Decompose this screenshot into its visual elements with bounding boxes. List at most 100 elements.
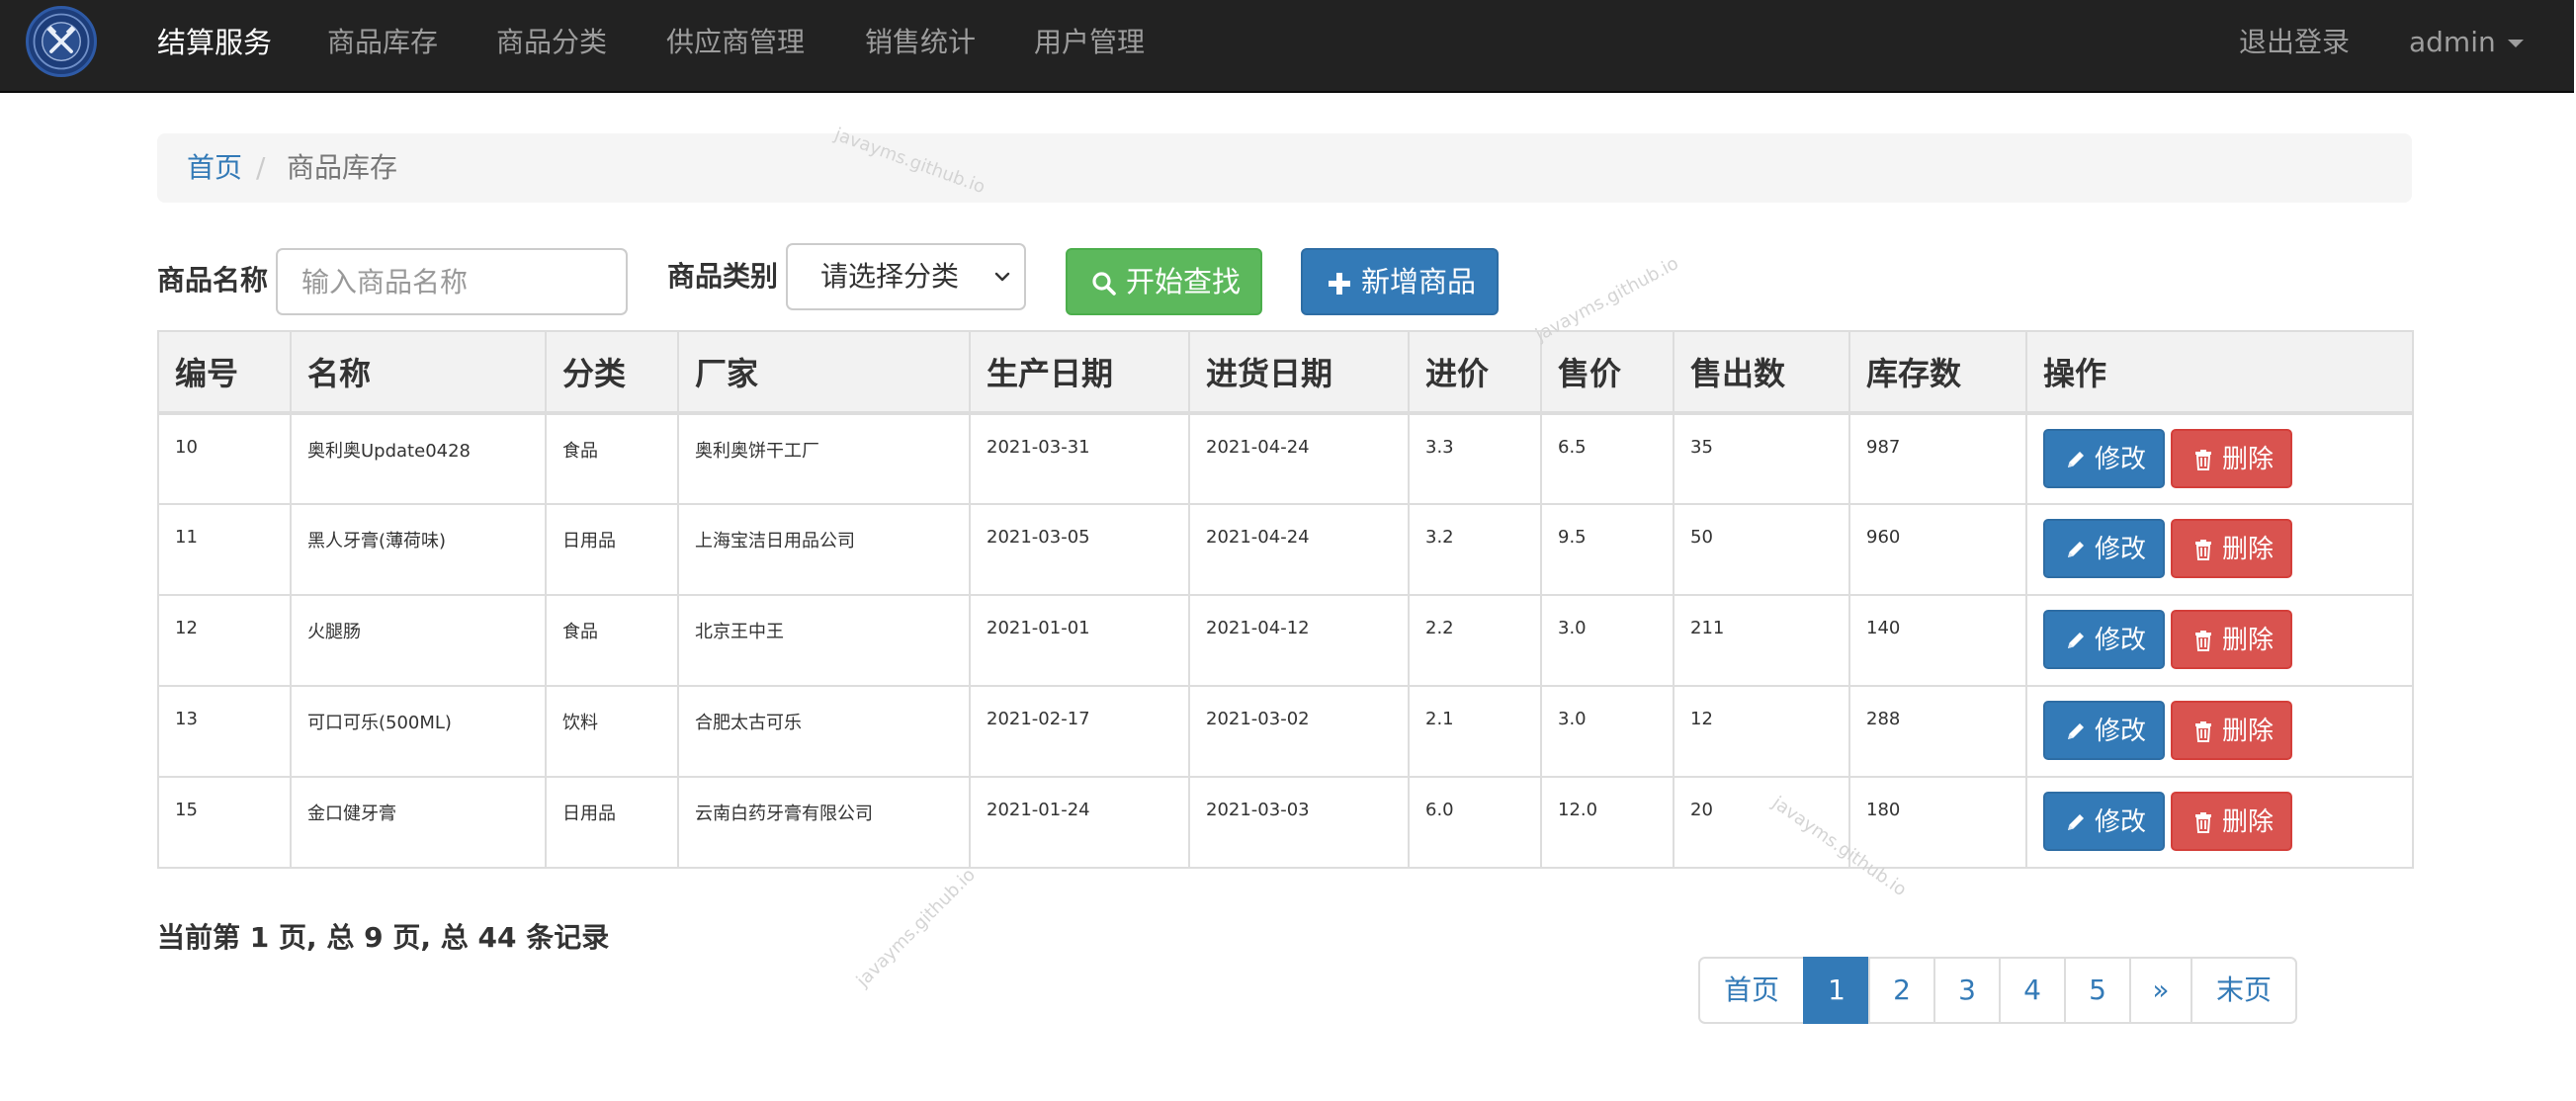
column-header-stock-count: 库存数 [1848,330,2027,415]
breadcrumb-separator: / [256,151,266,184]
cell-stock-count: 140 [1848,594,2027,687]
breadcrumb-home-link[interactable]: 首页 [187,133,242,203]
cell-id: 15 [157,776,292,869]
pagination-last[interactable]: 末页 [2190,957,2297,1024]
search-button[interactable]: 开始查找 [1066,248,1262,315]
table-row: 10 奥利奥Update0428 食品 奥利奥饼干工厂 2021-03-31 2021-0… [157,412,2414,505]
trash-icon [2195,721,2211,742]
edit-button[interactable]: 修改 [2043,519,2165,578]
breadcrumb-current: 商品库存 [287,151,398,184]
delete-button[interactable]: 删除 [2171,610,2292,669]
table-body: 10 奥利奥Update0428 食品 奥利奥饼干工厂 2021-03-31 2021-0… [157,412,2414,869]
cell-purchase-date: 2021-04-24 [1188,503,1410,596]
trash-icon [2195,540,2211,560]
pencil-icon [2068,542,2084,557]
cell-production-date: 2021-02-17 [969,685,1190,778]
edit-button[interactable]: 修改 [2043,429,2165,488]
product-table: 编号 名称 分类 厂家 生产日期 进货日期 进价 售价 售出数 库存数 操作 1… [157,330,2414,869]
logo-emblem-icon[interactable] [26,6,97,77]
user-menu[interactable]: admin [2409,0,2524,85]
cell-actions: 修改 删除 [2025,412,2414,505]
nav-item-category[interactable]: 商品分类 [496,0,607,85]
pagination-page-5[interactable]: 5 [2064,957,2131,1024]
pagination-page-1[interactable]: 1 [1803,957,1870,1024]
pagination-page-3[interactable]: 3 [1933,957,2001,1024]
category-select[interactable]: 请选择分类 [786,243,1026,310]
pagination-page-2[interactable]: 2 [1868,957,1935,1024]
pagination-summary: 当前第 1 页, 总 9 页, 总 44 条记录 [157,921,610,954]
column-header-name: 名称 [290,330,547,415]
column-header-category: 分类 [545,330,679,415]
edit-button-label: 修改 [2095,717,2147,746]
cell-purchase-date: 2021-03-03 [1188,776,1410,869]
category-select-value: 请选择分类 [820,260,960,293]
user-name: admin [2409,26,2496,58]
cell-manufacturer: 上海宝洁日用品公司 [677,503,971,596]
delete-button[interactable]: 删除 [2171,519,2292,578]
cell-sold-count: 20 [1673,776,1850,869]
cell-production-date: 2021-01-01 [969,594,1190,687]
cell-sale-price: 3.0 [1540,685,1674,778]
edit-button[interactable]: 修改 [2043,610,2165,669]
column-header-sale-price: 售价 [1540,330,1674,415]
cell-sold-count: 211 [1673,594,1850,687]
column-header-manufacturer: 厂家 [677,330,971,415]
search-button-label: 开始查找 [1126,265,1242,298]
cell-manufacturer: 合肥太古可乐 [677,685,971,778]
delete-button-label: 删除 [2222,535,2275,564]
cell-sold-count: 50 [1673,503,1850,596]
delete-button[interactable]: 删除 [2171,792,2292,851]
delete-button-label: 删除 [2222,626,2275,655]
edit-button-label: 修改 [2095,535,2147,564]
trash-icon [2195,812,2211,833]
cell-sale-price: 3.0 [1540,594,1674,687]
edit-button-label: 修改 [2095,807,2147,837]
cell-cost-price: 6.0 [1408,776,1542,869]
pagination-page-4[interactable]: 4 [1999,957,2066,1024]
cell-cost-price: 3.2 [1408,503,1542,596]
pagination-next[interactable]: » [2129,957,2192,1024]
cell-purchase-date: 2021-04-24 [1188,412,1410,505]
product-name-input[interactable] [276,248,628,315]
cell-production-date: 2021-03-31 [969,412,1190,505]
edit-button-label: 修改 [2095,445,2147,474]
table-header-row: 编号 名称 分类 厂家 生产日期 进货日期 进价 售价 售出数 库存数 操作 [157,330,2414,415]
cell-name: 奥利奥Update0428 [290,412,547,505]
nav-item-inventory[interactable]: 商品库存 [327,0,438,85]
column-header-sold-count: 售出数 [1673,330,1850,415]
trash-icon [2195,631,2211,651]
nav-brand[interactable]: 结算服务 [157,0,272,85]
column-header-cost-price: 进价 [1408,330,1542,415]
edit-button[interactable]: 修改 [2043,701,2165,760]
nav-item-supplier[interactable]: 供应商管理 [666,0,805,85]
table-row: 12 火腿肠 食品 北京王中王 2021-01-01 2021-04-12 2.2 3.0 21… [157,594,2414,687]
cell-category: 食品 [545,594,679,687]
cell-sale-price: 12.0 [1540,776,1674,869]
delete-button[interactable]: 删除 [2171,701,2292,760]
pencil-icon [2068,452,2084,467]
cell-id: 10 [157,412,292,505]
delete-button-label: 删除 [2222,445,2275,474]
nav-item-users[interactable]: 用户管理 [1034,0,1145,85]
nav-item-sales-stats[interactable]: 销售统计 [865,0,976,85]
cell-stock-count: 180 [1848,776,2027,869]
chevron-down-icon [994,272,1010,282]
watermark-text: javayms.github.io [852,864,980,991]
cell-id: 13 [157,685,292,778]
cell-actions: 修改 删除 [2025,594,2414,687]
cell-category: 日用品 [545,776,679,869]
cell-sold-count: 35 [1673,412,1850,505]
logout-link[interactable]: 退出登录 [2239,0,2350,85]
cell-production-date: 2021-03-05 [969,503,1190,596]
cell-actions: 修改 删除 [2025,776,2414,869]
table-row: 13 可口可乐(500ML) 饮料 合肥太古可乐 2021-02-17 2021-03-0… [157,685,2414,778]
cell-sale-price: 9.5 [1540,503,1674,596]
delete-button[interactable]: 删除 [2171,429,2292,488]
cell-manufacturer: 北京王中王 [677,594,971,687]
cell-stock-count: 960 [1848,503,2027,596]
add-product-button[interactable]: 新增商品 [1301,248,1499,315]
cell-actions: 修改 删除 [2025,503,2414,596]
pagination-first[interactable]: 首页 [1698,957,1805,1024]
edit-button[interactable]: 修改 [2043,792,2165,851]
cell-name: 黑人牙膏(薄荷味) [290,503,547,596]
